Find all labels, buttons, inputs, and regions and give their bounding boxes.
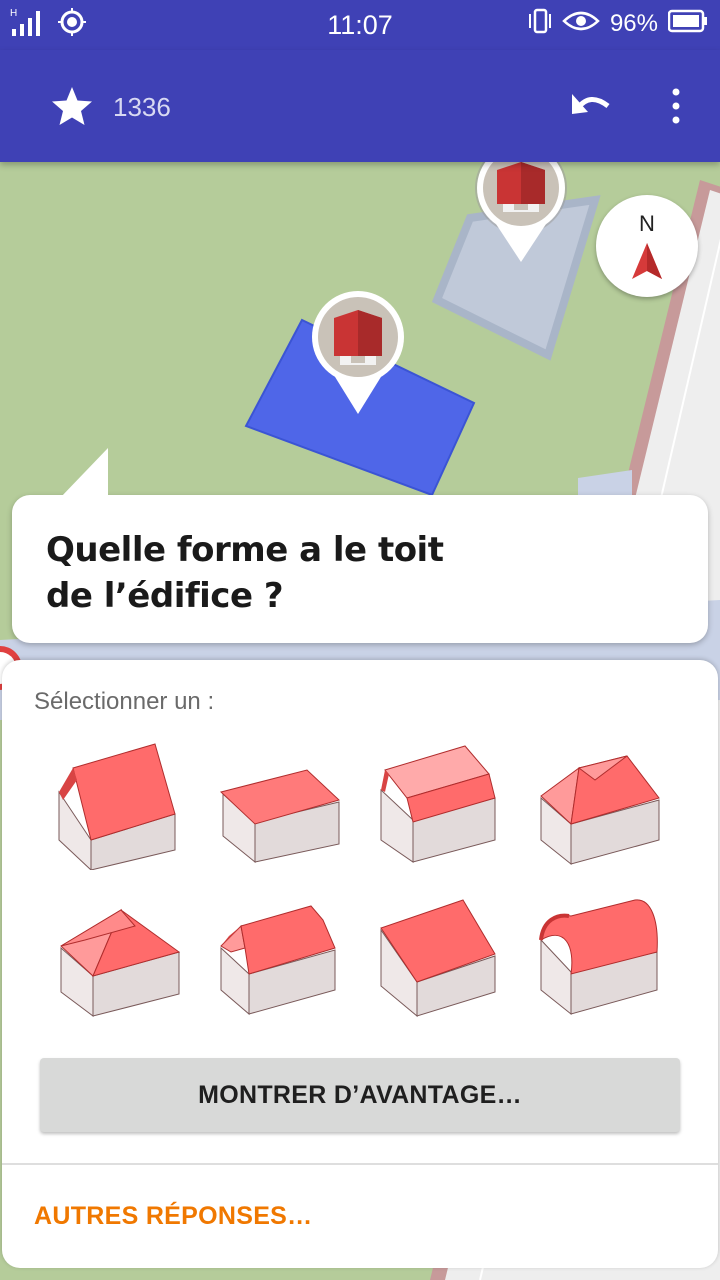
more-vert-icon[interactable] [664, 86, 688, 126]
divider [2, 1163, 718, 1165]
compass-button[interactable]: N [596, 195, 698, 297]
hipped-roof-icon [540, 755, 660, 866]
skillion-roof-option[interactable] [200, 730, 360, 880]
vibrate-icon [528, 8, 552, 41]
bubble-tail [60, 448, 108, 504]
roof-options-grid [40, 730, 680, 1030]
other-answers-button[interactable]: AUTRES RÉPONSES… [34, 1202, 312, 1231]
flat-slope-roof-option[interactable] [360, 880, 520, 1030]
status-bar: H 11:07 96% [0, 0, 720, 50]
battery-percent: 96% [609, 10, 658, 37]
skillion-roof-icon [219, 769, 340, 864]
star-count: 1336 [113, 92, 171, 122]
round-roof-option[interactable] [520, 880, 680, 1030]
star-icon[interactable] [50, 84, 94, 128]
question-text: Quelle forme a le toit de l’édifice ? [46, 530, 444, 616]
half-hipped-roof-icon [220, 905, 336, 1016]
gabled-roof-option[interactable] [40, 730, 200, 880]
pyramidal-roof-icon [60, 908, 181, 1017]
show-more-button[interactable]: MONTRER D’AVANTAGE… [40, 1058, 680, 1132]
undo-icon[interactable] [568, 86, 616, 126]
answer-sheet: Sélectionner un : MONTRER D’AVANTAGE… AU… [2, 660, 718, 1268]
gambrel-roof-icon [380, 745, 496, 863]
gambrel-roof-option[interactable] [360, 730, 520, 880]
hipped-roof-option[interactable] [520, 730, 680, 880]
pyramidal-roof-option[interactable] [40, 880, 200, 1030]
question-bubble: Quelle forme a le toit de l’édifice ? [12, 495, 708, 643]
select-label: Sélectionner un : [34, 688, 215, 715]
flat-slope-roof-icon [380, 899, 496, 1018]
battery-icon [667, 9, 708, 40]
compass-north-label: N [639, 211, 655, 236]
round-roof-icon [539, 899, 658, 1016]
app-bar: 1336 [0, 50, 720, 162]
gabled-roof-icon [58, 743, 176, 870]
half-hipped-roof-option[interactable] [200, 880, 360, 1030]
eye-icon [562, 9, 600, 40]
compass-needle-icon [632, 243, 662, 279]
